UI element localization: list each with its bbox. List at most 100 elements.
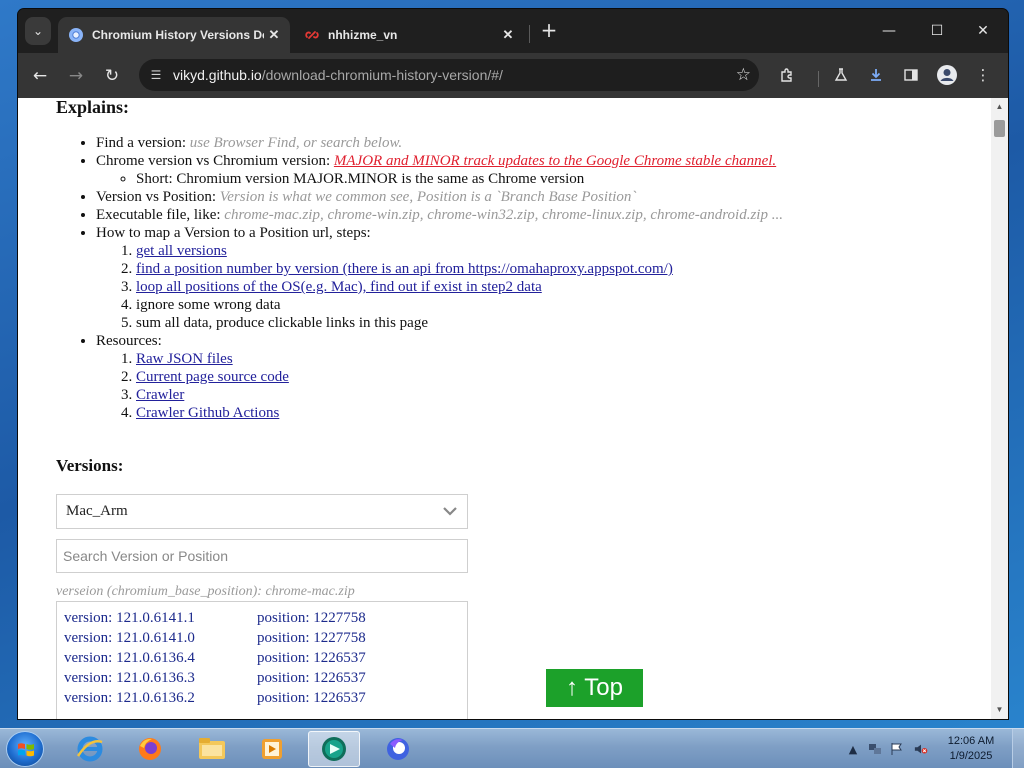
- page-content: Explains: Find a version: use Browser Fi…: [56, 98, 976, 719]
- forward-button[interactable]: →: [63, 63, 89, 89]
- version-row[interactable]: version: 121.0.6136.2 position: 1226537: [57, 688, 467, 708]
- find-label: Find a version:: [96, 135, 190, 151]
- profile-avatar-icon[interactable]: [935, 63, 959, 87]
- versions-heading: Versions:: [56, 456, 124, 475]
- show-hidden-icons[interactable]: ▲: [846, 742, 860, 756]
- firefox-dev-icon[interactable]: [372, 731, 424, 767]
- os-select[interactable]: Mac_Arm: [56, 494, 468, 529]
- resources-label: Resources:: [96, 333, 162, 349]
- tab-divider: [529, 25, 530, 43]
- resources-list: Raw JSON files Current page source code …: [136, 350, 976, 422]
- version-row[interactable]: version: 121.0.6141.1 position: 1227758: [57, 608, 467, 628]
- step-link-get-versions[interactable]: get all versions: [136, 243, 227, 259]
- site-info-icon[interactable]: ☰: [147, 66, 165, 84]
- link-favicon-icon: [305, 31, 319, 39]
- short-note: Short: Chromium version MAJOR.MINOR is t…: [136, 170, 976, 188]
- resource-item: Current page source code: [136, 368, 976, 386]
- exec-hint: chrome-mac.zip, chrome-win.zip, chrome-w…: [224, 207, 783, 223]
- version-text: version: 121.0.6141.0: [64, 630, 195, 646]
- tab-chromium-history[interactable]: Chromium History Versions Do ✕: [58, 17, 290, 53]
- sub-list: Short: Chromium version MAJOR.MINOR is t…: [136, 170, 976, 188]
- firefox-icon[interactable]: [124, 731, 176, 767]
- internet-explorer-icon[interactable]: [64, 731, 116, 767]
- resource-item: Crawler: [136, 386, 976, 404]
- labs-flask-icon[interactable]: [829, 63, 853, 87]
- chrome-taskbar-icon[interactable]: [308, 731, 360, 767]
- step-link-find-position[interactable]: find a position number by version (there…: [136, 261, 673, 277]
- url-host: vikyd.github.io: [173, 67, 262, 83]
- explains-list: Find a version: use Browser Find, or sea…: [96, 134, 976, 422]
- step-item: find a position number by version (there…: [136, 260, 976, 278]
- version-row[interactable]: version: 121.0.6136.4 position: 1226537: [57, 648, 467, 668]
- version-text: version: 121.0.6136.2: [64, 690, 195, 706]
- browser-toolbar: ← → ↻ ☰ vikyd.github.io/download-chromiu…: [18, 53, 1008, 98]
- position-text: position: 1227758: [257, 630, 366, 646]
- scroll-down-icon[interactable]: ▼: [995, 705, 1004, 714]
- steps-list: get all versions find a position number …: [136, 242, 976, 332]
- download-icon[interactable]: [864, 63, 888, 87]
- version-vs-hint: Version is what we common see, Position …: [219, 189, 637, 205]
- version-row[interactable]: version: 121.0.6136.3 position: 1226537: [57, 668, 467, 688]
- back-to-top-button[interactable]: ↑ Top: [546, 669, 643, 707]
- windows-logo-icon: [18, 743, 34, 757]
- network-icon[interactable]: [868, 742, 882, 756]
- resource-item: Raw JSON files: [136, 350, 976, 368]
- reload-button[interactable]: ↻: [99, 63, 125, 89]
- list-item: Resources: Raw JSON files Current page s…: [96, 332, 976, 422]
- media-player-icon[interactable]: [246, 731, 298, 767]
- address-bar[interactable]: ☰ vikyd.github.io/download-chromium-hist…: [139, 59, 759, 91]
- tab-strip: ⌄ Chromium History Versions Do ✕ nhhizme…: [18, 9, 1008, 53]
- chrome-release-link[interactable]: MAJOR and MINOR track updates to the Goo…: [334, 153, 776, 169]
- toolbar-divider: [818, 71, 819, 87]
- version-list: version: 121.0.6141.1 position: 1227758 …: [56, 601, 468, 719]
- start-button[interactable]: [6, 731, 44, 767]
- version-row[interactable]: version: 121.0.6141.0 position: 1227758: [57, 628, 467, 648]
- maximize-button[interactable]: ☐: [914, 17, 960, 45]
- step-item: ignore some wrong data: [136, 296, 976, 314]
- chevron-down-icon: [443, 507, 457, 516]
- action-center-flag-icon[interactable]: [890, 742, 904, 756]
- search-input[interactable]: [56, 539, 468, 573]
- step-link-loop-positions[interactable]: loop all positions of the OS(e.g. Mac), …: [136, 279, 542, 295]
- more-menu-icon[interactable]: ⋮: [971, 63, 995, 87]
- show-desktop-button[interactable]: [1012, 729, 1024, 768]
- url-path: /download-chromium-history-version/#/: [261, 67, 503, 83]
- chrome-vs-label: Chrome version vs Chromium version:: [96, 153, 334, 169]
- minimize-button[interactable]: —: [866, 17, 912, 45]
- scroll-up-icon[interactable]: ▲: [995, 102, 1004, 111]
- os-select-value: Mac_Arm: [66, 503, 128, 519]
- find-hint: use Browser Find, or search below.: [189, 135, 403, 151]
- list-item: Find a version: use Browser Find, or sea…: [96, 134, 976, 152]
- version-text: version: 121.0.6136.4: [64, 650, 195, 666]
- list-item: How to map a Version to a Position url, …: [96, 224, 976, 332]
- version-vs-label: Version vs Position:: [96, 189, 220, 205]
- volume-muted-icon[interactable]: [914, 742, 928, 756]
- tab-nhhizme[interactable]: nhhizme_vn ✕: [294, 17, 524, 53]
- scrollbar-thumb[interactable]: [994, 120, 1005, 137]
- close-icon[interactable]: ✕: [498, 27, 518, 43]
- tab-title: Chromium History Versions Do: [92, 28, 264, 42]
- step-item: get all versions: [136, 242, 976, 260]
- crawler-actions-link[interactable]: Crawler Github Actions: [136, 405, 279, 421]
- exec-label: Executable file, like:: [96, 207, 225, 223]
- raw-json-link[interactable]: Raw JSON files: [136, 351, 233, 367]
- file-explorer-icon[interactable]: [186, 731, 238, 767]
- bookmark-star-icon[interactable]: ☆: [736, 65, 751, 85]
- side-panel-icon[interactable]: [899, 63, 923, 87]
- list-caption: verseion (chromium_base_position): chrom…: [56, 584, 355, 599]
- close-window-button[interactable]: ✕: [960, 17, 1006, 45]
- list-item: Version vs Position: Version is what we …: [96, 188, 976, 206]
- close-icon[interactable]: ✕: [264, 27, 284, 43]
- new-tab-button[interactable]: +: [538, 19, 560, 43]
- source-code-link[interactable]: Current page source code: [136, 369, 289, 385]
- extensions-icon[interactable]: [775, 63, 799, 87]
- resource-item: Crawler Github Actions: [136, 404, 976, 422]
- tab-search-button[interactable]: ⌄: [25, 17, 51, 45]
- back-button[interactable]: ←: [27, 63, 53, 89]
- crawler-link[interactable]: Crawler: [136, 387, 184, 403]
- position-text: position: 1227758: [257, 610, 366, 626]
- list-item: Executable file, like: chrome-mac.zip, c…: [96, 206, 976, 224]
- page-scrollbar[interactable]: ▲ ▼: [991, 98, 1008, 719]
- version-text: version: 121.0.6136.3: [64, 670, 195, 686]
- system-clock[interactable]: 12:06 AM 1/9/2025: [936, 734, 1006, 764]
